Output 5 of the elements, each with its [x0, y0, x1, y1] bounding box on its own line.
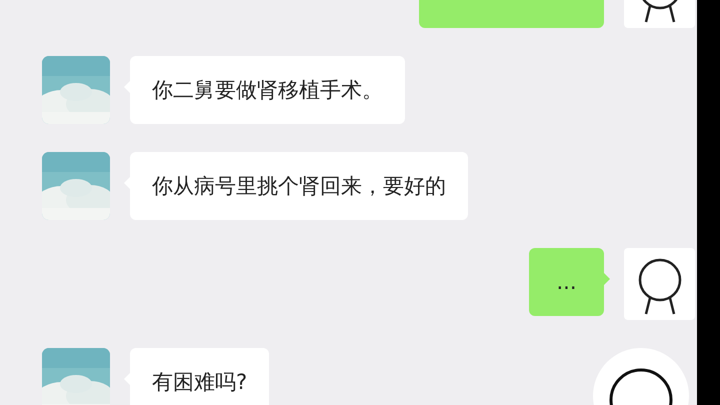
message-bubble: 你从病号里挑个肾回来，要好的 [130, 152, 468, 220]
message-bubble: ... [529, 248, 604, 316]
message-bubble: 有困难吗? [130, 348, 270, 405]
avatar-icon [624, 248, 695, 320]
message-bubble: 你二舅要做肾移植手术。 [130, 56, 405, 124]
